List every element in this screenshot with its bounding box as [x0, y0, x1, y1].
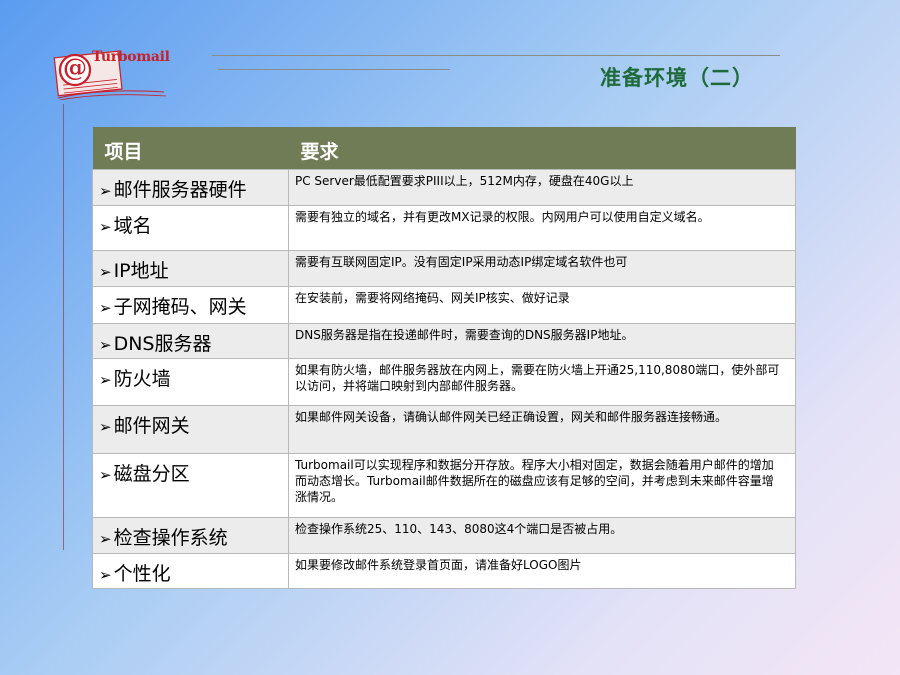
page-title: 准备环境（二） — [600, 66, 754, 90]
header-rule-short — [218, 69, 450, 70]
requirement-cell: 在安装前，需要将网络掩码、网关IP核实、做好记录 — [288, 286, 796, 324]
table-header-row: 项目 要求 — [92, 127, 796, 170]
arrow-bullet-icon: ➢ — [99, 418, 112, 436]
item-cell: ➢ 磁盘分区 — [92, 453, 289, 518]
requirement-cell: 如果有防火墙，邮件服务器放在内网上，需要在防火墙上开通25,110,8080端口… — [288, 358, 796, 406]
arrow-bullet-icon: ➢ — [99, 566, 112, 584]
item-cell: ➢ IP地址 — [92, 250, 289, 287]
table-row: ➢ 邮件网关 如果邮件网关设备，请确认邮件网关已经正确设置，网关和邮件服务器连接畅… — [92, 405, 796, 454]
header-requirement: 要求 — [288, 127, 796, 170]
arrow-bullet-icon: ➢ — [99, 182, 112, 200]
table-row: ➢ 个性化 如果要修改邮件系统登录首页面，请准备好LOGO图片 — [92, 553, 796, 589]
requirement-cell: 需要有互联网固定IP。没有固定IP采用动态IP绑定域名软件也可 — [288, 250, 796, 287]
arrow-bullet-icon: ➢ — [99, 299, 112, 317]
arrow-bullet-icon: ➢ — [99, 263, 112, 281]
arrow-bullet-icon: ➢ — [99, 371, 112, 389]
table-row: ➢ 防火墙 如果有防火墙，邮件服务器放在内网上，需要在防火墙上开通25,110,8… — [92, 358, 796, 406]
arrow-bullet-icon: ➢ — [99, 336, 112, 354]
item-cell: ➢ 域名 — [92, 205, 289, 251]
item-cell: ➢ 检查操作系统 — [92, 517, 289, 554]
table-row: ➢ 域名 需要有独立的域名，并有更改MX记录的权限。内网用户可以使用自定义域名。 — [92, 205, 796, 251]
logo-text: Turbomail — [92, 49, 170, 65]
table-row: ➢ 邮件服务器硬件 PC Server最低配置要求PIII以上，512M内存，硬盘… — [92, 169, 796, 206]
arrow-bullet-icon: ➢ — [99, 530, 112, 548]
item-cell: ➢ DNS服务器 — [92, 323, 289, 359]
table-row: ➢ 磁盘分区 Turbomail可以实现程序和数据分开存放。程序大小相对固定，数据… — [92, 453, 796, 518]
item-cell: ➢ 邮件网关 — [92, 405, 289, 454]
header-rule-long — [212, 55, 780, 56]
item-cell: ➢ 邮件服务器硬件 — [92, 169, 289, 206]
requirement-cell: PC Server最低配置要求PIII以上，512M内存，硬盘在40G以上 — [288, 169, 796, 206]
brand-logo: @ Turbomail — [52, 42, 170, 100]
item-cell: ➢ 防火墙 — [92, 358, 289, 406]
left-margin-line — [63, 104, 64, 550]
requirement-cell: Turbomail可以实现程序和数据分开存放。程序大小相对固定，数据会随着用户邮… — [288, 453, 796, 518]
requirement-cell: 如果邮件网关设备，请确认邮件网关已经正确设置，网关和邮件服务器连接畅通。 — [288, 405, 796, 454]
requirements-table: 项目 要求 ➢ 邮件服务器硬件 PC Server最低配置要求PIII以上，512… — [92, 127, 796, 589]
requirement-cell: 需要有独立的域名，并有更改MX记录的权限。内网用户可以使用自定义域名。 — [288, 205, 796, 251]
logo-symbol: @ — [63, 53, 87, 82]
header-item: 项目 — [92, 127, 289, 170]
arrow-bullet-icon: ➢ — [99, 218, 112, 236]
table-row: ➢ 检查操作系统 检查操作系统25、110、143、8080这4个端口是否被占用。 — [92, 517, 796, 554]
requirement-cell: 如果要修改邮件系统登录首页面，请准备好LOGO图片 — [288, 553, 796, 589]
arrow-bullet-icon: ➢ — [99, 466, 112, 484]
table-row: ➢ 子网掩码、网关 在安装前，需要将网络掩码、网关IP核实、做好记录 — [92, 286, 796, 324]
requirement-cell: 检查操作系统25、110、143、8080这4个端口是否被占用。 — [288, 517, 796, 554]
item-cell: ➢ 子网掩码、网关 — [92, 286, 289, 324]
table-row: ➢ IP地址 需要有互联网固定IP。没有固定IP采用动态IP绑定域名软件也可 — [92, 250, 796, 287]
table-row: ➢ DNS服务器 DNS服务器是指在投递邮件时，需要查询的DNS服务器IP地址。 — [92, 323, 796, 359]
requirement-cell: DNS服务器是指在投递邮件时，需要查询的DNS服务器IP地址。 — [288, 323, 796, 359]
item-cell: ➢ 个性化 — [92, 553, 289, 589]
